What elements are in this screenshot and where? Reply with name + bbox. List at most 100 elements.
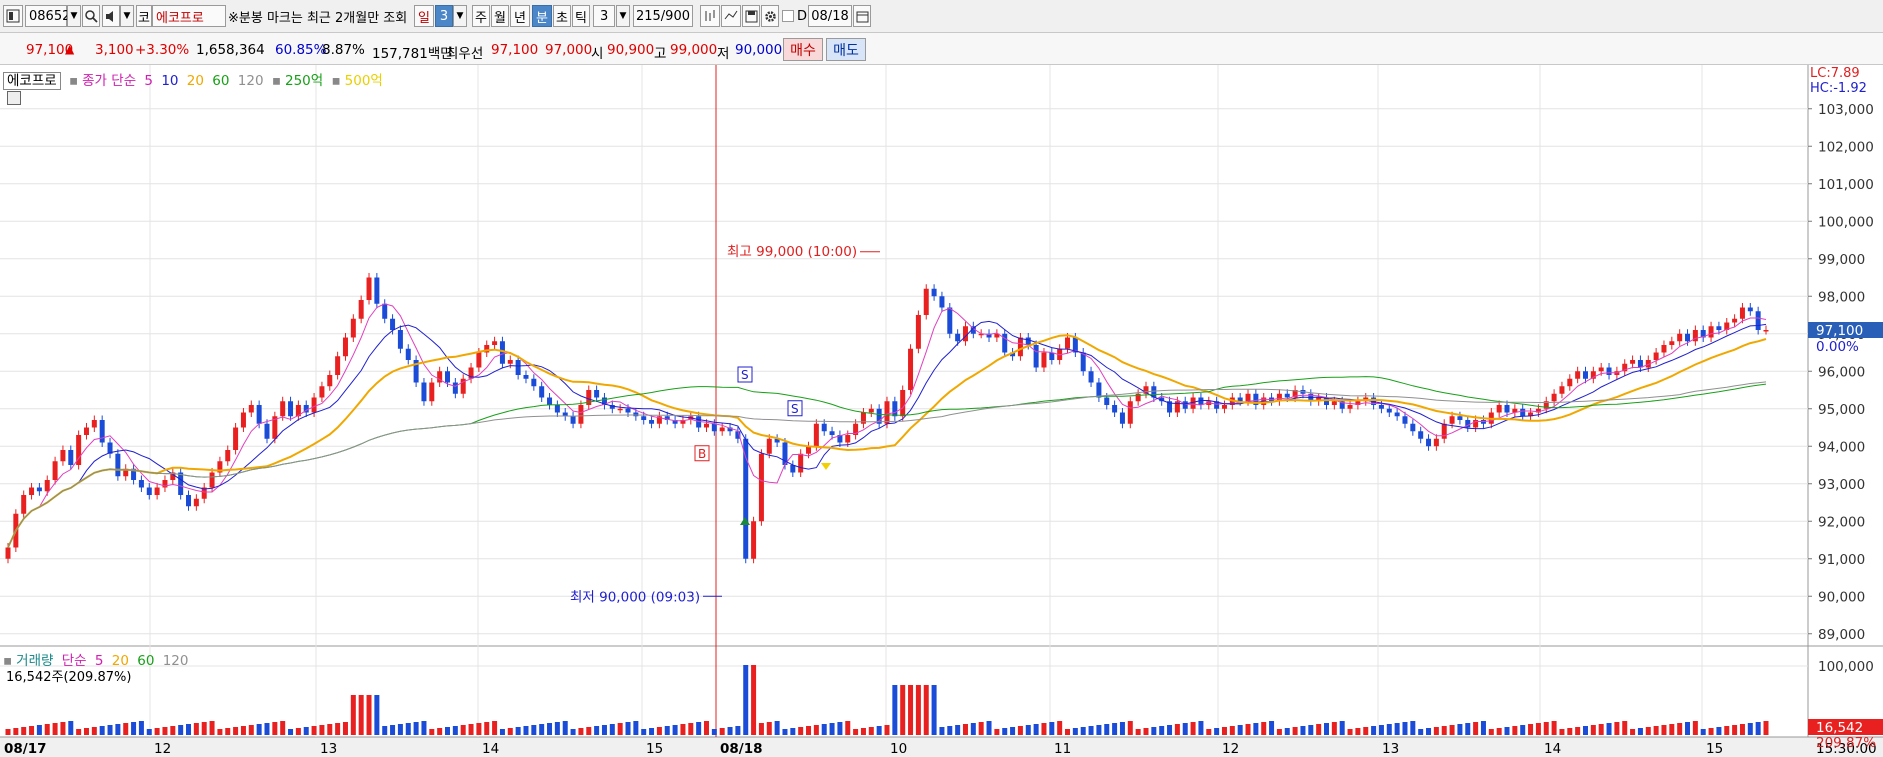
legend-stock-name[interactable]: 에코프로 [3, 72, 61, 90]
vol-legend-ma60: 60 [137, 653, 155, 669]
day-count-dropdown-icon[interactable]: ▼ [453, 5, 467, 27]
stock-code-input[interactable]: 086520 [25, 5, 79, 27]
volume-bar [649, 728, 655, 735]
save-icon[interactable] [742, 5, 760, 27]
tab-second[interactable]: 초 [553, 5, 571, 27]
speaker-icon[interactable] [102, 5, 120, 27]
candle-body [1685, 333, 1691, 342]
volume-bar [1041, 723, 1047, 735]
legend-ma60: 60 [212, 73, 230, 89]
volume-bar [1159, 726, 1165, 735]
day-count-select[interactable]: 3 [435, 5, 453, 27]
volume-bar [1520, 725, 1526, 735]
volume-bar [1347, 729, 1353, 735]
volume-bar [1057, 721, 1063, 735]
gear-icon[interactable] [761, 5, 779, 27]
volume-bar [727, 727, 733, 735]
volume-bar [908, 685, 914, 735]
date-input[interactable]: 08/18 [808, 5, 852, 27]
buy-button[interactable]: 매수 [783, 38, 823, 61]
volume-bar [868, 727, 874, 735]
candle-body [554, 405, 560, 413]
date-label: 10 [890, 741, 907, 757]
volume-bar [476, 723, 482, 735]
volume-bar [1237, 725, 1243, 735]
volume-bar [1747, 723, 1753, 735]
best-ask: 97,100 [491, 42, 539, 58]
volume-bar [437, 728, 443, 735]
candle-body [405, 348, 411, 360]
date-label: 08/17 [4, 741, 47, 757]
candle-body [1606, 367, 1612, 375]
candle-body [884, 401, 890, 424]
speaker-dropdown-icon[interactable]: ▼ [120, 5, 134, 27]
candle-body [60, 450, 66, 462]
low-value: 90,000 [735, 42, 783, 58]
volume-bar [1637, 728, 1643, 735]
volume-bar [743, 665, 749, 735]
grid-table-icon[interactable] [7, 91, 21, 105]
tab-minute[interactable]: 분 [532, 5, 552, 27]
volume-bar [264, 723, 270, 735]
volume-bar [146, 729, 152, 735]
volume-bar [523, 726, 529, 735]
tab-year[interactable]: 년 [510, 5, 530, 27]
calendar-glyph [856, 11, 868, 22]
date-checkbox[interactable] [782, 10, 794, 22]
volume-bar [774, 721, 780, 735]
volume-bar [107, 725, 113, 735]
vol-legend-value: 16,542주(209.87%) [6, 670, 132, 685]
volume-bar [1418, 729, 1424, 735]
candle-body [421, 382, 427, 402]
volume-bar [1700, 729, 1706, 735]
minute-dropdown-icon[interactable]: ▼ [616, 5, 630, 27]
candle-body [1732, 318, 1738, 323]
volume-bar [1575, 727, 1581, 735]
volume-bar [303, 727, 309, 735]
volume-bar [484, 722, 490, 735]
chart-menu-icon[interactable] [3, 5, 23, 27]
tab-month[interactable]: 월 [491, 5, 509, 27]
candle-body [358, 300, 364, 319]
candle-body [625, 408, 631, 413]
stock-chart[interactable]: 89,000 90,000 91,000 92,000 93,000 94,000 95,0… [0, 65, 1883, 757]
candle-body [1567, 378, 1573, 387]
candle-body [547, 397, 553, 405]
zoom-in-icon[interactable] [700, 5, 720, 27]
stock-name-field[interactable]: 에코프로 [152, 5, 226, 27]
candle-body [1653, 352, 1659, 360]
zoom-out-icon[interactable] [721, 5, 741, 27]
gear-glyph [764, 10, 776, 22]
volume-bar [821, 724, 827, 735]
volume-bar [1394, 723, 1400, 735]
tab-day[interactable]: 일 [414, 5, 434, 27]
volume-bar [1426, 728, 1432, 735]
volume-bar [1300, 726, 1306, 735]
price-tick-label: 100,000 [1818, 214, 1874, 230]
volume-bar [1017, 726, 1023, 735]
volume-bar [1614, 722, 1620, 735]
candle-body [366, 277, 372, 300]
tab-tick[interactable]: 틱 [572, 5, 590, 27]
volume-bar [829, 723, 835, 735]
code-dropdown-icon[interactable]: ▼ [67, 5, 81, 27]
candle-body [1119, 412, 1125, 424]
volume-bar [209, 721, 215, 735]
calendar-icon[interactable] [853, 5, 871, 27]
volume-bar [562, 721, 568, 735]
sell-button[interactable]: 매도 [826, 38, 866, 61]
volume-bar [123, 723, 129, 735]
volume-bar [460, 725, 466, 735]
volume-bar [962, 724, 968, 735]
candle-body [44, 480, 50, 492]
price-tick-label: 96,000 [1818, 364, 1865, 380]
volume-bar [1622, 721, 1628, 735]
search-icon[interactable] [82, 5, 100, 27]
count-input[interactable]: 215/900 [633, 5, 693, 27]
tab-week[interactable]: 주 [472, 5, 490, 27]
minute-value-select[interactable]: 3 [593, 5, 615, 27]
candle-body [1504, 405, 1510, 413]
candle-body [758, 453, 764, 522]
volume-bar [1033, 724, 1039, 735]
volume-bar [170, 726, 176, 735]
